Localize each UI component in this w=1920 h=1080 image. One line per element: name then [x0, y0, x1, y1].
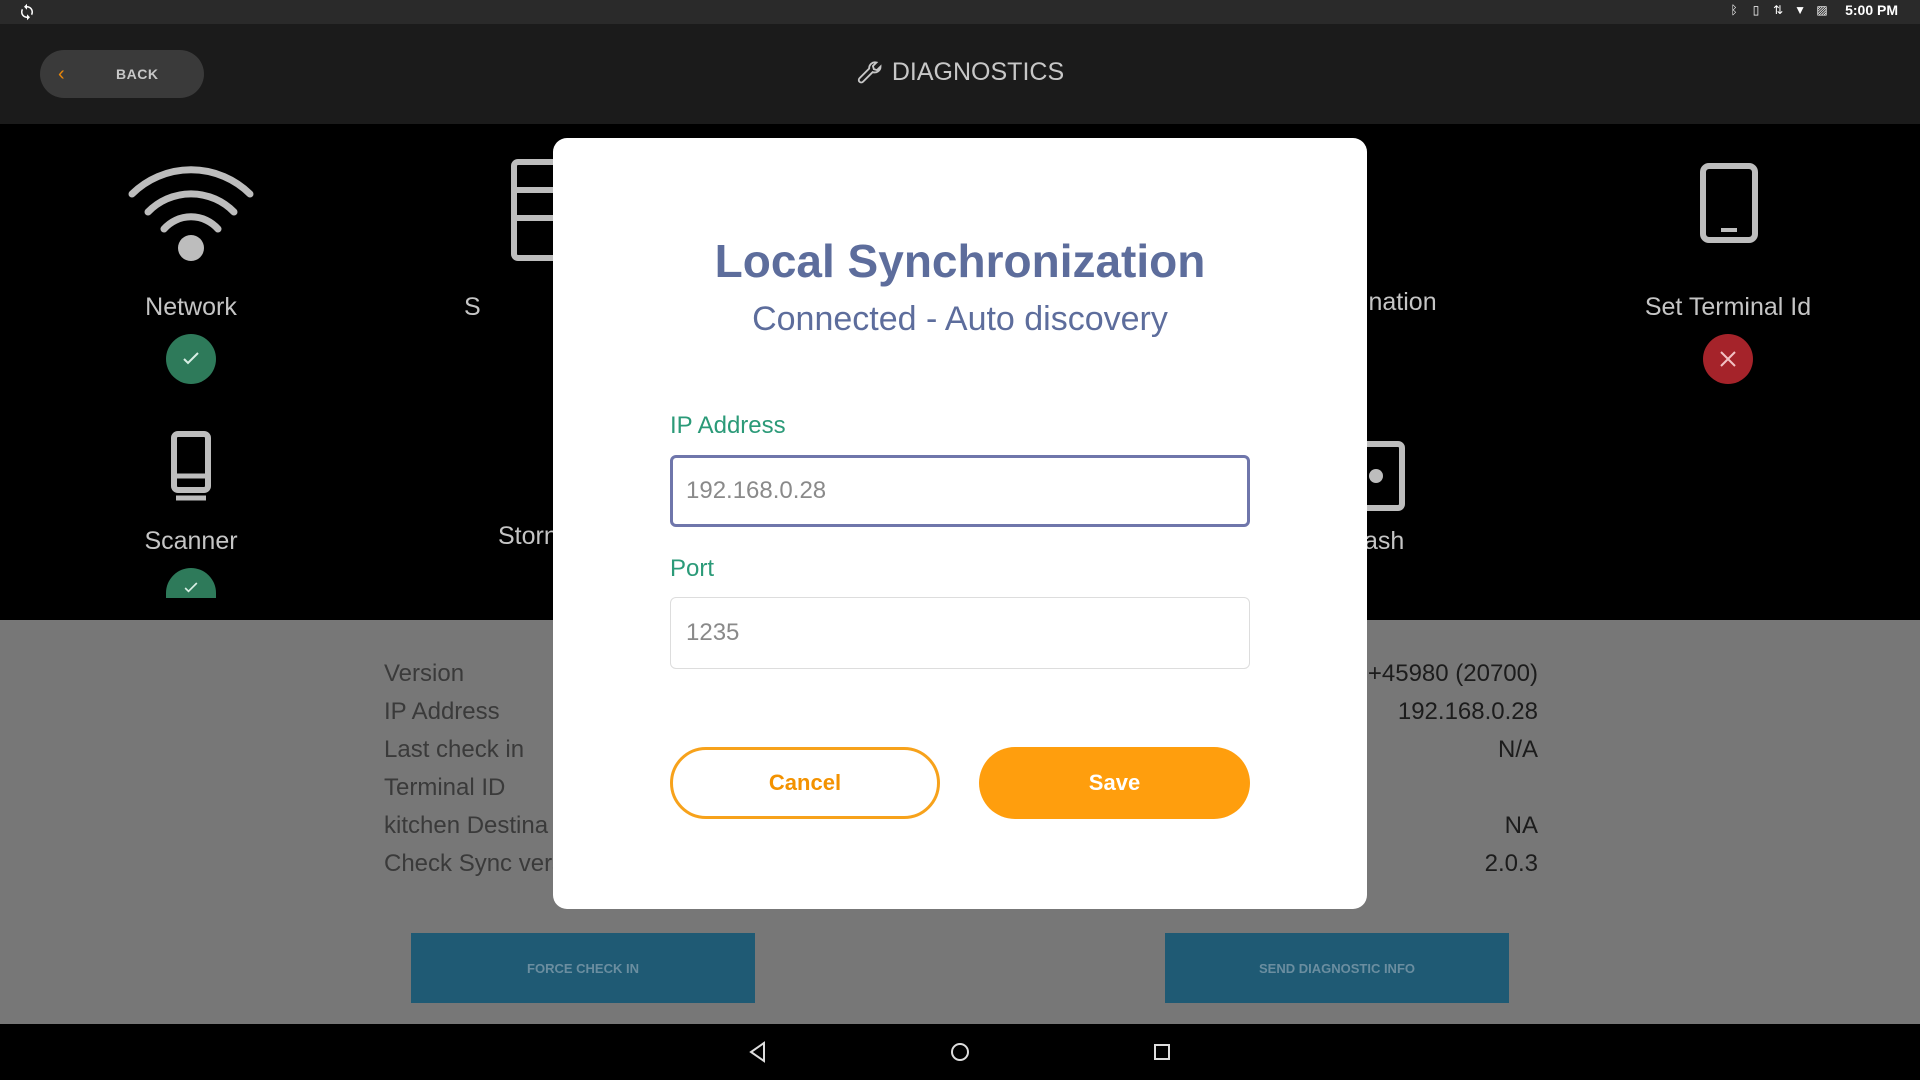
clock: 5:00 PM — [1845, 2, 1898, 18]
status-error-badge — [1703, 334, 1753, 384]
check-icon — [184, 582, 198, 593]
tile-label: Network — [145, 293, 237, 321]
sync-icon — [21, 3, 33, 21]
data-icon: ⇅ — [1773, 3, 1784, 17]
recents-nav-icon[interactable] — [1149, 1039, 1175, 1065]
tile-set-terminal-id[interactable]: Set Terminal Id — [1578, 158, 1878, 384]
info-value-ip: 192.168.0.28 — [1397, 698, 1538, 725]
wrench-icon — [857, 60, 882, 83]
app-header: ‹ BACK DIAGNOSTICS — [0, 24, 1920, 124]
port-input[interactable]: 1235 — [670, 597, 1250, 669]
info-label-ip: IP Address — [384, 698, 500, 725]
status-ok-badge — [166, 334, 216, 384]
server-icon — [511, 159, 567, 261]
ip-address-input[interactable]: 192.168.0.28 — [670, 455, 1250, 527]
check-icon — [183, 352, 199, 365]
back-nav-icon[interactable] — [745, 1039, 771, 1065]
dialog-title: Local Synchronization — [714, 235, 1206, 287]
tile-label: Scanner — [144, 527, 238, 555]
dialog-subtitle: Connected - Auto discovery — [752, 300, 1168, 338]
wifi-icon — [128, 166, 254, 261]
status-ok-badge — [166, 568, 216, 598]
info-label-version: Version — [384, 660, 465, 687]
save-button[interactable]: Save — [979, 747, 1250, 819]
vibrate-icon: ▯ — [1752, 3, 1760, 17]
home-nav-icon[interactable] — [947, 1039, 973, 1065]
tile-label: Set Terminal Id — [1644, 293, 1812, 321]
ip-address-label: IP Address — [670, 412, 786, 439]
tile-network[interactable]: Network — [41, 158, 341, 384]
tablet-icon — [1700, 163, 1758, 243]
wifi-icon: ▼ — [1794, 3, 1807, 17]
system-nav-bar — [0, 1024, 1920, 1080]
close-icon — [1720, 351, 1736, 367]
scanner-icon — [171, 431, 211, 501]
page-title: DIAGNOSTICS — [0, 58, 1920, 87]
send-diagnostic-info-button[interactable]: SEND DIAGNOSTIC INFO — [1165, 933, 1509, 1003]
info-value-last-check-in: N/A — [1497, 736, 1538, 763]
info-value-check-sync-version: 2.0.3 — [1484, 850, 1538, 877]
info-label-last-check-in: Last check in — [384, 736, 525, 763]
info-label-terminal-id: Terminal ID — [384, 774, 506, 801]
info-value-kitchen-destination: NA — [1504, 812, 1538, 839]
force-check-in-button[interactable]: FORCE CHECK IN — [411, 933, 755, 1003]
page-title-text: DIAGNOSTICS — [891, 58, 1065, 86]
port-label: Port — [670, 555, 715, 582]
status-bar: ᛒ ▯ ⇅ ▼ ▨ 5:00 PM — [0, 0, 1920, 24]
no-sim-icon: ▨ — [1816, 3, 1828, 17]
local-sync-dialog: Local Synchronization Connected - Auto d… — [553, 138, 1367, 909]
tile-scanner[interactable]: Scanner — [41, 424, 341, 598]
info-label-check-sync-version: Check Sync vers — [384, 850, 565, 877]
info-label-kitchen-destination: kitchen Destina — [384, 812, 549, 839]
cancel-button[interactable]: Cancel — [670, 747, 940, 819]
bluetooth-icon: ᛒ — [1730, 3, 1738, 17]
info-value-version: )+45980 (20700) — [1359, 660, 1538, 687]
